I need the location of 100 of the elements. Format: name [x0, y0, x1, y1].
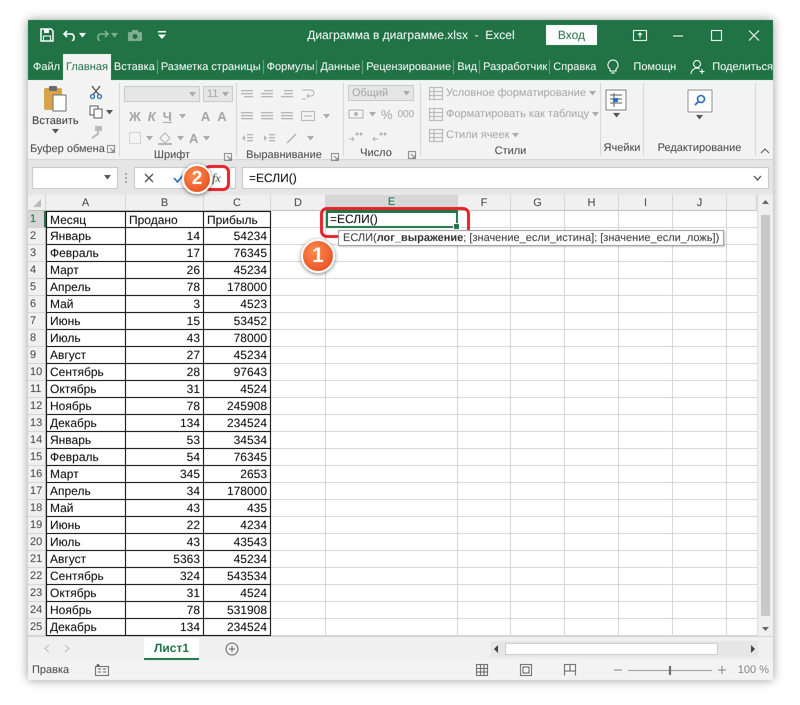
customize-icon[interactable]: [158, 31, 166, 39]
next-sheet-icon[interactable]: [64, 644, 70, 653]
row-header[interactable]: 15: [28, 449, 46, 466]
caret-icon[interactable]: [79, 32, 86, 38]
ribbon-tab[interactable]: Файл: [30, 54, 64, 80]
scrollbar-thumb[interactable]: [761, 215, 770, 616]
row-header[interactable]: 21: [28, 551, 46, 568]
column-header[interactable]: J: [673, 195, 727, 211]
row-header[interactable]: 11: [28, 381, 46, 398]
row-header[interactable]: 9: [28, 347, 46, 364]
table-cell: 45234: [204, 551, 271, 568]
row-header[interactable]: 14: [28, 432, 46, 449]
normal-view-icon[interactable]: [476, 664, 488, 676]
cells-icon[interactable]: [605, 89, 627, 111]
caret-icon[interactable]: [106, 110, 113, 114]
ribbon-tab[interactable]: Главная: [63, 54, 111, 80]
borders-icon[interactable]: [129, 132, 141, 144]
caret-icon[interactable]: [104, 175, 111, 180]
row-header[interactable]: 10: [28, 364, 46, 381]
fill-color-icon[interactable]: [158, 132, 172, 144]
dialog-launcher-icon[interactable]: [224, 153, 232, 161]
row-header[interactable]: 24: [28, 602, 46, 619]
column-header[interactable]: G: [511, 195, 565, 211]
ribbon-tab[interactable]: Разметка страницы: [158, 54, 264, 80]
row-header[interactable]: 6: [28, 296, 46, 313]
row-header[interactable]: 18: [28, 500, 46, 517]
decrease-decimal-icon[interactable]: [372, 130, 388, 142]
format-painter-icon[interactable]: [88, 125, 103, 139]
ribbon-tab[interactable]: Рецензирование: [363, 54, 454, 80]
save-icon[interactable]: [40, 28, 54, 42]
column-header[interactable]: H: [565, 195, 619, 211]
macro-icon[interactable]: [95, 664, 110, 676]
ribbon-tab[interactable]: Вставка: [110, 54, 158, 80]
page-layout-icon[interactable]: [520, 664, 532, 676]
table-cell: Октябрь: [46, 381, 126, 398]
ribbon-display-icon[interactable]: [633, 30, 647, 40]
enter-icon[interactable]: [172, 172, 185, 182]
ribbon-tab[interactable]: Формулы: [264, 54, 318, 80]
paste-button[interactable]: Вставить: [32, 85, 79, 139]
expand-icon[interactable]: [753, 174, 762, 180]
close-icon[interactable]: [747, 30, 761, 40]
column-header[interactable]: F: [458, 195, 511, 211]
ribbon-tab[interactable]: Вид: [454, 54, 480, 80]
caret-icon[interactable]: [52, 129, 59, 134]
formula-input[interactable]: =ЕСЛИ(): [242, 166, 769, 188]
add-sheet-icon[interactable]: [225, 642, 240, 656]
column-header[interactable]: D: [271, 195, 326, 211]
select-all-corner[interactable]: [28, 195, 46, 211]
row-header[interactable]: 20: [28, 534, 46, 551]
dialog-launcher-icon[interactable]: [408, 151, 416, 159]
column-header[interactable]: A: [46, 195, 126, 211]
row-header[interactable]: 19: [28, 517, 46, 534]
ribbon-tab[interactable]: Разработчик: [480, 54, 550, 80]
share-button[interactable]: Поделиться: [712, 61, 773, 73]
row-header[interactable]: 7: [28, 313, 46, 330]
maximize-icon[interactable]: [709, 30, 723, 40]
search-icon[interactable]: [686, 89, 712, 113]
row-header[interactable]: 23: [28, 585, 46, 602]
collapse-ribbon-icon[interactable]: [760, 148, 770, 154]
increase-decimal-icon[interactable]: [348, 130, 364, 142]
page-break-icon[interactable]: [564, 664, 576, 676]
table-cell: Июнь: [46, 313, 126, 330]
cancel-icon[interactable]: [144, 172, 154, 182]
ribbon-tab[interactable]: Данные: [317, 54, 364, 80]
cell-input[interactable]: =ЕСЛИ(): [326, 211, 458, 228]
copy-icon[interactable]: [88, 105, 103, 119]
ribbon-tab[interactable]: Справка: [550, 54, 600, 80]
help-search-link[interactable]: Помощн: [633, 61, 676, 73]
row-header[interactable]: 22: [28, 568, 46, 585]
currency-icon[interactable]: [348, 108, 364, 120]
column-header[interactable]: B: [126, 195, 204, 211]
row-header[interactable]: 8: [28, 330, 46, 347]
table-cell: 245908: [204, 398, 271, 415]
caret-icon[interactable]: [612, 113, 620, 118]
group-label: Число: [360, 147, 392, 159]
scrollbar-thumb[interactable]: [505, 642, 718, 654]
caret-icon[interactable]: [696, 115, 703, 120]
zoom-in-icon[interactable]: [718, 666, 726, 674]
row-header[interactable]: 4: [28, 262, 46, 279]
undo-icon[interactable]: [63, 29, 77, 41]
column-header[interactable]: I: [619, 195, 673, 211]
sign-in-button[interactable]: Вход: [546, 25, 597, 45]
row-header[interactable]: 16: [28, 466, 46, 483]
row-header[interactable]: 1: [28, 211, 46, 228]
sheet-tab[interactable]: Лист1: [144, 638, 200, 660]
table-cell: 34: [126, 483, 204, 500]
row-header[interactable]: 2: [28, 228, 46, 245]
dialog-launcher-icon[interactable]: [331, 153, 339, 161]
previous-sheet-icon[interactable]: [44, 644, 50, 653]
row-header[interactable]: 5: [28, 279, 46, 296]
row-header[interactable]: 12: [28, 398, 46, 415]
dialog-launcher-icon[interactable]: [107, 145, 115, 153]
scissors-icon[interactable]: [88, 85, 103, 99]
table-cell: Июнь: [46, 517, 126, 534]
row-header[interactable]: 17: [28, 483, 46, 500]
row-header[interactable]: 13: [28, 415, 46, 432]
column-header[interactable]: C: [204, 195, 271, 211]
row-header[interactable]: 3: [28, 245, 46, 262]
row-header[interactable]: 25: [28, 619, 46, 636]
scroll-right-icon[interactable]: [748, 642, 758, 654]
